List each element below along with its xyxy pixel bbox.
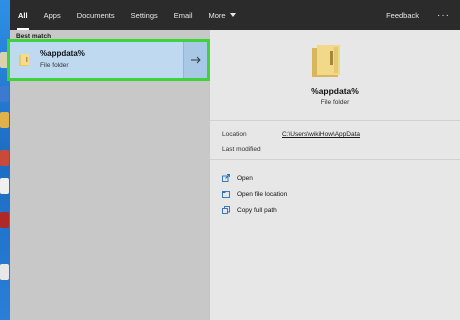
desktop-edge — [0, 0, 10, 320]
tab-email[interactable]: Email — [166, 0, 201, 30]
copy-icon — [222, 206, 230, 214]
desktop-icon[interactable] — [0, 112, 9, 128]
copy-full-path-label: Copy full path — [237, 206, 277, 214]
preview-pane: %appdata% File folder Location C:\Users\… — [210, 30, 460, 320]
tab-label: Settings — [130, 10, 158, 20]
divider — [210, 159, 460, 160]
preview-subtitle: File folder — [320, 99, 350, 106]
copy-full-path-action[interactable]: Copy full path — [222, 204, 277, 216]
open-action[interactable]: Open — [222, 172, 253, 184]
best-match-result[interactable]: %appdata% File folder — [7, 39, 210, 81]
best-match-label: Best match — [16, 33, 52, 40]
open-label: Open — [237, 174, 253, 182]
results-pane: Best match %appdata% File folder — [7, 30, 210, 320]
file-location-icon — [222, 191, 230, 198]
result-main[interactable]: %appdata% File folder — [10, 42, 183, 78]
tab-settings[interactable]: Settings — [123, 0, 166, 30]
chevron-down-icon — [229, 13, 236, 17]
desktop-icon[interactable] — [0, 52, 9, 68]
tab-label: All — [18, 10, 28, 20]
last-modified-label: Last modified — [222, 146, 261, 153]
search-window: All Apps Documents Settings Email More F… — [7, 0, 460, 320]
search-tabs-bar: All Apps Documents Settings Email More F… — [10, 0, 460, 30]
location-link[interactable]: C:\Users\wikiHow\AppData — [282, 131, 360, 138]
tab-apps[interactable]: Apps — [36, 0, 69, 30]
open-file-location-label: Open file location — [237, 190, 288, 198]
tab-label: Apps — [43, 10, 61, 20]
tab-documents[interactable]: Documents — [69, 0, 123, 30]
tab-all[interactable]: All — [10, 0, 36, 30]
feedback-button[interactable]: Feedback — [376, 11, 429, 20]
more-options-button[interactable]: ··· — [429, 10, 460, 21]
desktop-icon[interactable] — [0, 150, 9, 166]
open-preview-button[interactable] — [183, 42, 207, 78]
tab-label: Documents — [76, 10, 115, 20]
tab-more[interactable]: More — [201, 0, 244, 30]
desktop-icon[interactable] — [0, 264, 9, 280]
desktop-icon[interactable] — [0, 212, 9, 228]
result-title: %appdata% — [40, 49, 85, 58]
folder-icon — [312, 45, 340, 77]
open-icon — [222, 174, 230, 182]
location-label: Location — [222, 131, 247, 138]
desktop-icon[interactable] — [0, 178, 9, 194]
tab-label: More — [208, 10, 226, 20]
divider — [210, 120, 460, 121]
topbar-right: Feedback ··· — [376, 0, 460, 30]
arrow-right-icon — [190, 56, 201, 64]
result-subtitle: File folder — [40, 62, 69, 69]
open-file-location-action[interactable]: Open file location — [222, 188, 287, 200]
tab-label: Email — [173, 10, 193, 20]
folder-icon — [19, 54, 29, 66]
preview-title: %appdata% — [311, 86, 359, 96]
desktop-icon[interactable] — [0, 86, 9, 102]
